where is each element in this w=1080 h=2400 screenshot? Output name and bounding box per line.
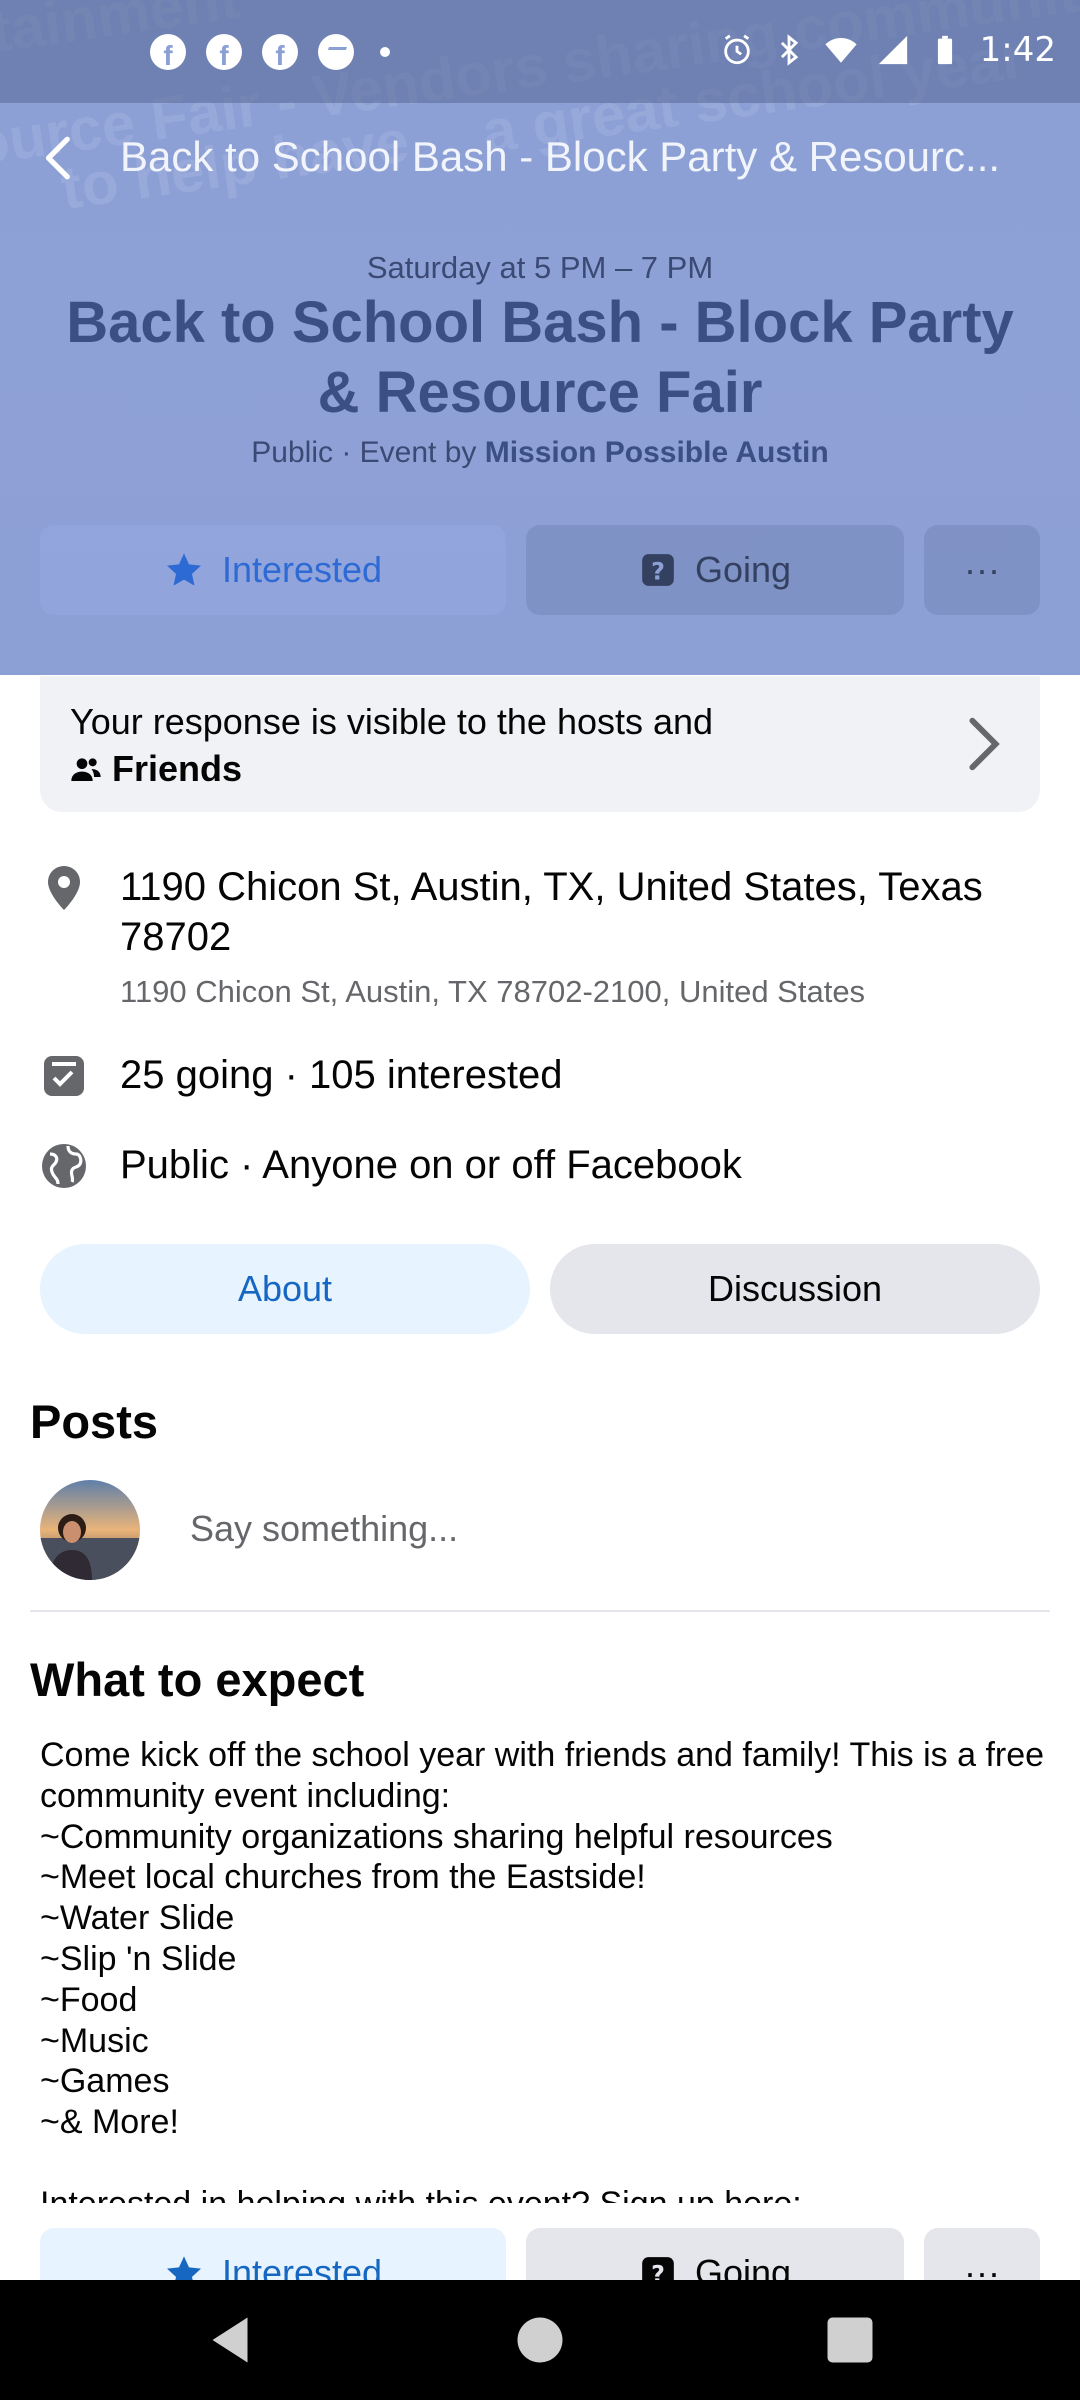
description-item: ~Slip 'n Slide bbox=[40, 1939, 237, 1978]
system-nav-bar bbox=[0, 2280, 1080, 2400]
facebook-icon: f bbox=[150, 34, 186, 70]
description-item: ~Food bbox=[40, 1980, 138, 2019]
event-privacy: Public · Event by bbox=[251, 436, 485, 469]
response-visibility-card[interactable]: Your response is visible to the hosts an… bbox=[40, 676, 1040, 812]
divider bbox=[30, 1610, 1050, 1612]
location-pin-icon bbox=[48, 866, 80, 910]
event-cover-header: tainment sharing community ource Fair - … bbox=[0, 0, 1080, 675]
status-bar: f f f 1:42 bbox=[0, 0, 1080, 103]
globe-icon bbox=[42, 1144, 86, 1188]
star-icon bbox=[166, 553, 201, 586]
friends-icon bbox=[71, 758, 101, 781]
interested-label: Interested bbox=[221, 549, 383, 590]
description-item: ~& More! bbox=[40, 2103, 179, 2142]
avatar[interactable] bbox=[40, 1480, 140, 1580]
going-label: Going bbox=[694, 549, 792, 590]
description-help-line: Interested in helping with this event? S… bbox=[40, 2184, 1050, 2203]
tab-discussion[interactable]: Discussion bbox=[550, 1244, 1040, 1334]
top-bar: Back to School Bash - Block Party & Reso… bbox=[0, 105, 1080, 215]
battery-icon bbox=[937, 35, 952, 65]
description-item: ~Water Slide bbox=[40, 1899, 235, 1938]
going-button[interactable]: ? Going bbox=[526, 525, 904, 615]
more-icon: ··· bbox=[964, 549, 1000, 590]
alarm-icon bbox=[723, 34, 750, 65]
description-item: ~Games bbox=[40, 2062, 170, 2101]
chevron-right-icon bbox=[969, 717, 1000, 771]
location-full-address: 1190 Chicon St, Austin, TX 78702-2100, U… bbox=[120, 974, 866, 1009]
event-description: Come kick off the school year with frien… bbox=[40, 1735, 1050, 2203]
posts-heading: Posts bbox=[30, 1395, 158, 1448]
event-tabs: About Discussion bbox=[40, 1244, 1040, 1334]
attendance-row[interactable]: 25 going · 105 interested bbox=[40, 1050, 1040, 1106]
calendar-check-icon bbox=[44, 1056, 84, 1096]
post-composer-input[interactable]: Say something... bbox=[190, 1508, 458, 1550]
nav-home-icon[interactable] bbox=[510, 2310, 570, 2370]
nav-recents-icon[interactable] bbox=[820, 2310, 880, 2370]
bluetooth-icon bbox=[780, 34, 798, 66]
wifi-icon bbox=[825, 37, 857, 63]
location-address: 1190 Chicon St, Austin, TX, United State… bbox=[120, 865, 983, 959]
response-visibility-text: Your response is visible to the hosts an… bbox=[70, 701, 714, 742]
interested-button[interactable]: Interested bbox=[40, 525, 506, 615]
event-host-link[interactable]: Mission Possible Austin bbox=[485, 436, 829, 469]
attendance-count: 25 going · 105 interested bbox=[120, 1053, 563, 1097]
dot-icon bbox=[380, 47, 390, 57]
visibility-row: Public · Anyone on or off Facebook bbox=[40, 1140, 1040, 1196]
description-intro: Come kick off the school year with frien… bbox=[40, 1736, 1045, 1815]
description-item: ~Music bbox=[40, 2021, 149, 2060]
facebook-icon: f bbox=[262, 34, 298, 70]
status-time: 1:42 bbox=[979, 30, 1056, 70]
topbar-title: Back to School Bash - Block Party & Reso… bbox=[120, 133, 1001, 180]
friends-label: Friends bbox=[112, 748, 243, 789]
back-arrow-icon[interactable] bbox=[36, 133, 86, 183]
going-question-icon: ? bbox=[642, 554, 674, 586]
visibility-text: Public · Anyone on or off Facebook bbox=[120, 1143, 742, 1187]
response-audience: Friends bbox=[70, 748, 242, 790]
rsvp-actions: Interested ? Going ··· bbox=[40, 525, 1040, 615]
facebook-icon: f bbox=[206, 34, 242, 70]
location-row[interactable]: 1190 Chicon St, Austin, TX, United State… bbox=[40, 862, 1040, 1009]
event-title: Back to School Bash - Block Party & Reso… bbox=[66, 290, 1014, 425]
nav-back-icon[interactable] bbox=[200, 2310, 260, 2370]
tab-about[interactable]: About bbox=[40, 1244, 530, 1334]
svg-text:?: ? bbox=[651, 558, 665, 586]
more-options-button[interactable]: ··· bbox=[924, 525, 1040, 615]
signal-icon bbox=[878, 35, 907, 65]
description-item: ~Meet local churches from the Eastside! bbox=[40, 1858, 646, 1897]
event-meta: Public · Event by Mission Possible Austi… bbox=[0, 436, 1080, 470]
what-to-expect-heading: What to expect bbox=[30, 1653, 365, 1706]
event-date: Saturday at 5 PM – 7 PM bbox=[366, 250, 714, 285]
messenger-icon bbox=[318, 34, 354, 70]
description-item: ~Community organizations sharing helpful… bbox=[40, 1817, 833, 1856]
